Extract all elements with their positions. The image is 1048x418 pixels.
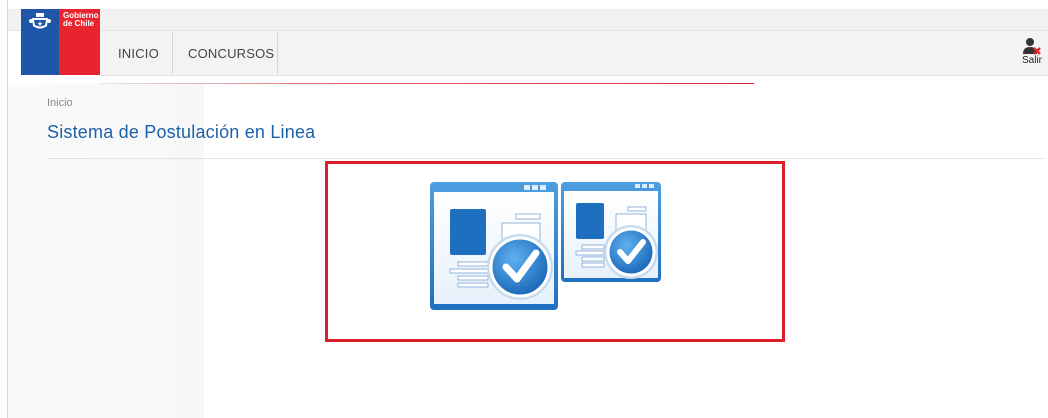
coat-of-arms-icon bbox=[29, 13, 51, 29]
logo-line-2: de Chile bbox=[63, 19, 95, 28]
logout-button[interactable]: Salir bbox=[1018, 37, 1046, 71]
online-application-illustration bbox=[430, 182, 661, 310]
logout-label: Salir bbox=[1021, 55, 1042, 66]
breadcrumb[interactable]: Inicio bbox=[47, 97, 73, 109]
top-band bbox=[8, 9, 1048, 31]
nav-item-inicio[interactable]: INICIO bbox=[118, 46, 159, 61]
page-title: Sistema de Postulación en Linea bbox=[47, 122, 316, 142]
nav-item-concursos[interactable]: CONCURSOS bbox=[188, 46, 274, 61]
logo-text: Gobierno de Chile bbox=[63, 12, 99, 28]
form-window-large bbox=[430, 182, 558, 310]
title-divider bbox=[47, 158, 1045, 159]
header-accent-line bbox=[100, 83, 754, 84]
gobierno-logo[interactable]: Gobierno de Chile bbox=[21, 9, 100, 75]
nav-divider bbox=[172, 32, 173, 74]
form-window-small bbox=[561, 182, 661, 282]
logo-blue-block bbox=[21, 9, 59, 75]
user-logout-icon bbox=[1023, 38, 1041, 55]
nav-divider bbox=[277, 32, 278, 74]
